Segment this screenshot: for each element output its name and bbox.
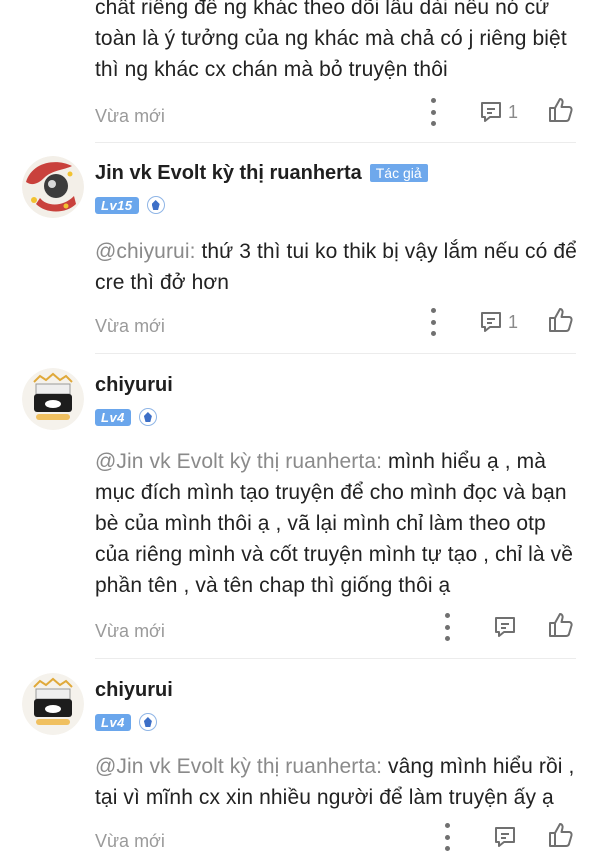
comment-body: @Jin vk Evolt kỳ thị ruanherta: vâng mìn…	[95, 751, 580, 813]
medal-icon	[138, 713, 157, 731]
like-button[interactable]	[547, 821, 575, 854]
thumbs-up-icon	[549, 613, 573, 637]
comment-reply-icon	[495, 617, 515, 637]
avatar[interactable]	[22, 368, 84, 430]
comment-line: cre thì đở hơn	[95, 271, 230, 294]
kebab-vertical-icon[interactable]	[442, 613, 452, 641]
comment-line: toàn là ý tưởng của ng khác mà chả có j …	[95, 27, 567, 50]
reply-count: 1	[508, 311, 519, 332]
avatar[interactable]	[22, 673, 84, 735]
kebab-vertical-icon[interactable]	[428, 98, 438, 126]
author-name[interactable]: Jin vk Evolt kỳ thị ruanherta	[95, 162, 362, 185]
like-button[interactable]	[547, 306, 575, 339]
comment-body: chất riêng để ng khác theo dõi lâu dài n…	[95, 0, 600, 85]
comment-meta: Vừa mới 1	[95, 98, 576, 138]
timestamp: Vừa mới	[95, 621, 165, 641]
thumbs-up-icon	[549, 823, 573, 847]
comment-line: @Jin vk Evolt kỳ thị ruanherta: vâng mìn…	[95, 751, 580, 782]
comment-line: @chiyurui: thứ 3 thì tui ko thik bị vậy …	[95, 236, 580, 267]
thumbs-up-icon	[549, 308, 573, 332]
reply-button[interactable]: 1	[478, 308, 518, 336]
comment-meta: Vừa mới	[95, 613, 576, 653]
reply-button[interactable]: 1	[478, 98, 518, 126]
comment-body: @Jin vk Evolt kỳ thị ruanherta: mình hiể…	[95, 446, 580, 601]
comment-line: phần tên , và tên chap thì giống thôi ạ	[95, 574, 451, 597]
comment-meta: Vừa mới	[95, 823, 576, 863]
reply-button[interactable]	[492, 823, 518, 851]
medal-icon	[138, 408, 157, 426]
kebab-vertical-icon[interactable]	[428, 308, 438, 336]
mention[interactable]: @Jin vk Evolt kỳ thị ruanherta:	[95, 755, 382, 778]
divider	[95, 142, 576, 143]
comment-line: @Jin vk Evolt kỳ thị ruanherta: mình hiể…	[95, 446, 580, 477]
mention[interactable]: @Jin vk Evolt kỳ thị ruanherta:	[95, 450, 382, 473]
mention[interactable]: @chiyurui:	[95, 240, 196, 263]
author-name[interactable]: chiyurui	[95, 679, 173, 702]
comment-line: chất riêng để ng khác theo dõi lâu dài n…	[95, 0, 550, 19]
level-badge: Lv15	[95, 196, 139, 214]
comment-line: tại vì mĩnh cx xin nhiều người để làm tr…	[95, 786, 554, 809]
comment-line: bè của mình thôi ạ , vã lại mình chỉ làm…	[95, 512, 546, 535]
comment-line: thì ng khác cx chán mà bỏ truyện thôi	[95, 58, 448, 81]
reply-button[interactable]	[492, 613, 518, 641]
medal-icon	[146, 196, 165, 214]
level-badge: Lv4	[95, 408, 131, 426]
comment-item: chất riêng để ng khác theo dõi lâu dài n…	[0, 0, 600, 85]
comment-reply-icon	[481, 102, 501, 122]
divider	[95, 353, 576, 354]
comment-header: chiyurui Lv4	[95, 370, 580, 428]
like-button[interactable]	[547, 96, 575, 129]
comment-body: @chiyurui: thứ 3 thì tui ko thik bị vậy …	[95, 236, 580, 298]
comment-reply-icon	[495, 827, 515, 847]
kebab-vertical-icon[interactable]	[442, 823, 452, 851]
comment-text: mình hiểu ạ , mà	[382, 450, 546, 473]
comment-text: vâng mình hiểu rồi ,	[382, 755, 575, 778]
comment-reply-icon	[481, 312, 501, 332]
comment-text: thứ 3 thì tui ko thik bị vậy lắm nếu có …	[195, 240, 577, 263]
timestamp: Vừa mới	[95, 831, 165, 851]
level-badge: Lv4	[95, 713, 131, 731]
author-tag-badge: Tác giả	[369, 164, 428, 182]
comment-line: của riêng mình và cốt truyện mình tự tạo…	[95, 543, 573, 566]
divider	[95, 658, 576, 659]
comment-line: mục đích mình tạo truyện để cho mình đọc…	[95, 481, 567, 504]
like-button[interactable]	[547, 611, 575, 644]
thumbs-up-icon	[549, 98, 573, 122]
comment-header: chiyurui Lv4	[95, 675, 580, 733]
comment-meta: Vừa mới 1	[95, 308, 576, 348]
timestamp: Vừa mới	[95, 316, 165, 336]
avatar[interactable]	[22, 156, 84, 218]
timestamp: Vừa mới	[95, 106, 165, 126]
comment-header: Jin vk Evolt kỳ thị ruanherta Tác giả Lv…	[95, 158, 580, 216]
reply-count: 1	[508, 101, 519, 122]
author-name[interactable]: chiyurui	[95, 374, 173, 397]
